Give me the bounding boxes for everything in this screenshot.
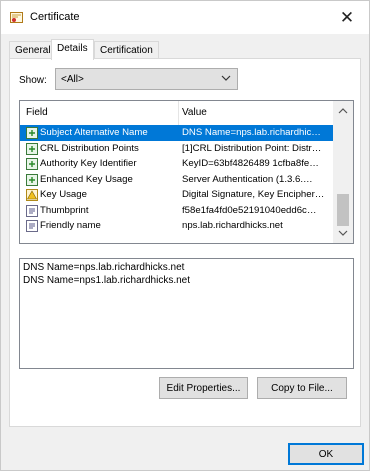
edit-properties-button[interactable]: Edit Properties... — [159, 377, 248, 399]
extension-icon — [26, 142, 38, 155]
row-value: Digital Signature, Key Encipher… — [182, 189, 325, 200]
scroll-down-icon[interactable] — [338, 229, 348, 237]
list-row[interactable]: CRL Distribution Points [1]CRL Distributi… — [20, 141, 333, 157]
scroll-up-icon[interactable] — [338, 107, 348, 115]
list-row[interactable]: Thumbprint f58e1fa4fd0e52191040edd6c… — [20, 203, 333, 219]
extension-icon — [26, 127, 38, 139]
column-header-value[interactable]: Value — [182, 107, 207, 118]
extension-icon — [26, 173, 38, 186]
list-row[interactable]: Friendly name nps.lab.richardhicks.net — [20, 218, 333, 234]
row-value: f58e1fa4fd0e52191040edd6c… — [182, 204, 317, 216]
show-dropdown-value: <All> — [61, 74, 84, 85]
list-header: Field Value — [20, 101, 333, 125]
detail-line: DNS Name=nps1.lab.richardhicks.net — [23, 274, 191, 286]
detail-line: DNS Name=nps.lab.richardhicks.net — [23, 262, 185, 273]
ok-button[interactable]: OK — [288, 443, 364, 465]
list-rows: Subject Alternative Name DNS Name=nps.lab… — [20, 125, 333, 234]
property-icon — [26, 220, 38, 232]
list-row[interactable]: Key Usage Digital Signature, Key Encipher… — [20, 187, 333, 203]
row-value: nps.lab.richardhicks.net — [182, 220, 283, 231]
extension-icon — [26, 158, 38, 170]
tab-certification-path[interactable]: Certification Path — [94, 41, 159, 73]
list-row[interactable]: Authority Key Identifier KeyID=63bf482648… — [20, 156, 333, 172]
warning-extension-icon — [26, 189, 38, 201]
copy-to-file-button[interactable]: Copy to File... — [257, 377, 347, 399]
row-value: DNS Name=nps.lab.richardhic… — [182, 127, 321, 138]
window-title: Certificate — [30, 11, 80, 23]
value-detail-box[interactable]: DNS Name=nps.lab.richardhicks.net DNS Na… — [19, 258, 354, 369]
row-value: Server Authentication (1.3.6.… — [182, 173, 313, 185]
title-bar[interactable]: Certificate ✕ — [1, 1, 369, 34]
row-field: Subject Alternative Name — [40, 127, 148, 138]
details-panel: Show: <All> Field Value Subject Alternat… — [9, 58, 361, 427]
vertical-scrollbar[interactable] — [333, 101, 353, 243]
tab-details[interactable]: Details — [51, 39, 94, 60]
row-value: [1]CRL Distribution Point: Distr… — [182, 142, 322, 154]
certificate-dialog: Certificate ✕ General Details Certificat… — [0, 0, 370, 471]
scrollbar-thumb[interactable] — [337, 194, 349, 226]
row-field: Friendly name — [40, 220, 101, 231]
row-field: Key Usage — [40, 189, 87, 200]
field-list[interactable]: Field Value Subject Alternative Name DNS … — [19, 100, 354, 244]
chevron-down-icon — [221, 75, 231, 81]
close-button[interactable]: ✕ — [325, 1, 369, 34]
certificate-icon — [10, 12, 23, 23]
tab-general[interactable]: General — [9, 41, 57, 59]
row-value: KeyID=63bf4826489 1cfba8fe… — [182, 158, 319, 169]
list-row[interactable]: Subject Alternative Name DNS Name=nps.lab… — [20, 125, 333, 141]
list-row[interactable]: Enhanced Key Usage Server Authentication … — [20, 172, 333, 188]
row-field: CRL Distribution Points — [40, 142, 139, 154]
show-label: Show: — [19, 75, 47, 86]
show-dropdown[interactable]: <All> — [55, 68, 238, 90]
property-icon — [26, 204, 38, 217]
row-field: Authority Key Identifier — [40, 158, 137, 169]
column-divider[interactable] — [178, 101, 179, 125]
row-field: Thumbprint — [40, 204, 89, 216]
row-field: Enhanced Key Usage — [40, 173, 133, 185]
close-icon: ✕ — [339, 7, 355, 27]
column-header-field[interactable]: Field — [26, 107, 48, 118]
